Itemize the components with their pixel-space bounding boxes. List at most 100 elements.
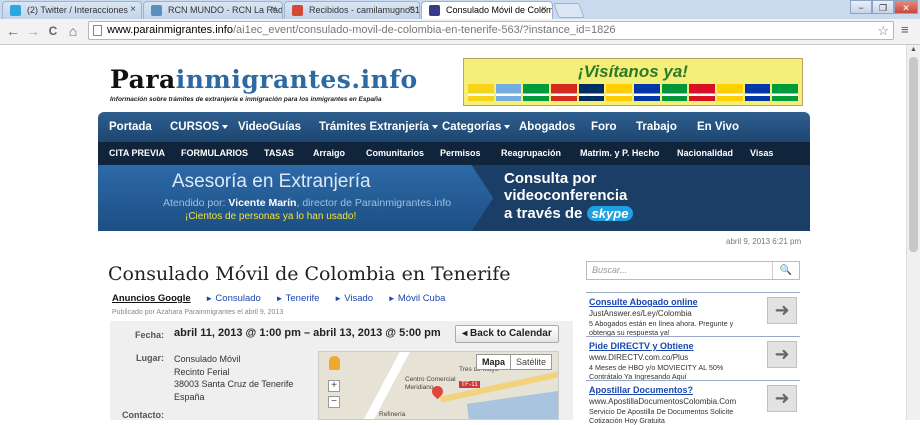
rcn-icon: [151, 5, 162, 16]
ad-link-movil-cuba[interactable]: Móvil Cuba: [388, 293, 446, 304]
nav-tramites[interactable]: Trámites Extranjería: [319, 112, 438, 142]
close-tab-icon[interactable]: ×: [271, 2, 277, 18]
nav-categorias[interactable]: Categorías: [442, 112, 511, 142]
nav-abogados[interactable]: Abogados: [519, 112, 575, 142]
subnav-permisos[interactable]: Permisos: [440, 142, 481, 165]
map-label: Refinería: [379, 411, 406, 418]
secondary-navigation: CITA PREVIA FORMULARIOS TASAS Arraigo Co…: [98, 142, 810, 165]
subnav-arraigo[interactable]: Arraigo: [313, 142, 345, 165]
nav-cursos[interactable]: CURSOS: [170, 112, 229, 142]
gmail-icon: [292, 5, 303, 16]
visit-banner[interactable]: ¡Visítanos ya!: [463, 58, 803, 106]
arrow-right-icon[interactable]: ➜: [767, 341, 797, 368]
subnav-formularios[interactable]: FORMULARIOS: [181, 142, 248, 165]
arrow-right-icon[interactable]: ➜: [767, 385, 797, 412]
ad-link-consulado[interactable]: Consulado: [205, 293, 261, 304]
banner-tagline: ¡Cientos de personas ya lo han usado!: [185, 211, 357, 222]
new-tab-button[interactable]: [553, 3, 585, 18]
chevron-down-icon: [222, 124, 229, 129]
tab-label: Consulado Móvil de Colombia e: [446, 5, 553, 15]
banner-right-text: a través de: [504, 205, 583, 222]
ad-link-visado[interactable]: Visado: [334, 293, 373, 304]
zoom-in-button[interactable]: +: [328, 380, 340, 392]
sidebar-ad[interactable]: Pide DIRECTV y Obtiene www.DIRECTV.com.c…: [586, 336, 800, 381]
close-tab-icon[interactable]: ×: [130, 2, 136, 18]
ad-title[interactable]: Apostillar Documentos?: [589, 385, 693, 395]
wrench-menu-icon[interactable]: ≡: [901, 22, 915, 40]
minimize-button[interactable]: −: [850, 0, 872, 14]
ad-link-tenerife[interactable]: Tenerife: [275, 293, 319, 304]
nav-foro[interactable]: Foro: [591, 112, 617, 142]
back-button[interactable]: ←: [6, 23, 20, 39]
chevron-down-icon: [504, 124, 511, 129]
browser-tab-twitter[interactable]: (2) Twitter / Interacciones ×: [2, 1, 142, 19]
subnav-visas[interactable]: Visas: [750, 142, 773, 165]
close-tab-icon[interactable]: ×: [541, 2, 547, 18]
maximize-button[interactable]: ❐: [872, 0, 894, 14]
forward-button[interactable]: →: [26, 23, 40, 39]
nav-portada[interactable]: Portada: [109, 112, 152, 142]
bookmark-star-icon[interactable]: ☆: [877, 22, 889, 39]
sidebar-search[interactable]: Buscar... 🔍: [586, 261, 800, 280]
browser-tab-gmail[interactable]: Recibidos - camilamugno31@ ×: [284, 1, 420, 19]
search-icon[interactable]: 🔍: [772, 262, 799, 279]
subnav-comunitarios[interactable]: Comunitarios: [366, 142, 424, 165]
street-view-icon[interactable]: [329, 356, 340, 370]
scrollbar-thumb[interactable]: [909, 57, 918, 252]
subnav-nacionalidad[interactable]: Nacionalidad: [677, 142, 733, 165]
twitter-icon: [10, 5, 21, 16]
sidebar-ad[interactable]: Apostillar Documentos? www.ApostillaDocu…: [586, 380, 800, 425]
web-page: Parainmigrantes.info Información sobre t…: [98, 45, 810, 425]
subnav-reagrupacion[interactable]: Reagrupación: [501, 142, 561, 165]
banner-right-line1: Consulta por: [504, 170, 597, 187]
sidebar-ad[interactable]: Consulte Abogado online JustAnswer.es/Le…: [586, 292, 800, 337]
nav-videoguias[interactable]: VideoGuías: [238, 112, 301, 142]
map-road-badge: TF-11: [459, 381, 480, 388]
logo-part2: inmigrantes.info: [175, 65, 418, 94]
url-host: www.parainmigrantes.info: [107, 24, 233, 36]
back-to-calendar-button[interactable]: ◂ Back to Calendar: [455, 325, 559, 343]
subnav-tasas[interactable]: TASAS: [264, 142, 294, 165]
arrow-right-icon[interactable]: ➜: [767, 297, 797, 324]
search-input[interactable]: Buscar...: [592, 265, 627, 275]
map-tab[interactable]: Mapa: [477, 355, 510, 369]
zoom-out-button[interactable]: −: [328, 396, 340, 408]
browser-tab-consulado[interactable]: Consulado Móvil de Colombia e ×: [421, 1, 553, 19]
site-logo[interactable]: Parainmigrantes.info: [110, 65, 418, 94]
advice-banner[interactable]: Asesoría en Extranjería Atendido por: Vi…: [98, 165, 810, 231]
ad-description: Servicio De Apostilla De Documentos Soli…: [589, 407, 734, 425]
ad-url: JustAnswer.es/Ley/Colombia: [589, 309, 692, 318]
event-map[interactable]: Tres de Mayo Centro Comercial Meridiano …: [318, 351, 559, 420]
country-flag-icon: [634, 84, 660, 101]
satellite-tab[interactable]: Satélite: [510, 355, 551, 369]
vertical-scrollbar[interactable]: ▲: [906, 45, 920, 420]
address-line: España: [174, 391, 205, 402]
close-window-button[interactable]: ✕: [894, 0, 918, 14]
ad-title[interactable]: Consulte Abogado online: [589, 297, 698, 307]
ads-label[interactable]: Anuncios Google: [112, 293, 191, 304]
ad-title[interactable]: Pide DIRECTV y Obtiene: [589, 341, 694, 351]
scroll-up-icon[interactable]: ▲: [909, 46, 918, 53]
address-bar[interactable]: www.parainmigrantes.info/ai1ec_event/con…: [88, 21, 894, 40]
google-ad-links: Anuncios Google Consulado Tenerife Visad…: [112, 293, 445, 304]
url-path: /ai1ec_event/consulado-movil-de-colombia…: [232, 24, 616, 36]
map-label: Meridiano: [405, 384, 434, 391]
page-title: Consulado Móvil de Colombia en Tenerife: [108, 263, 511, 285]
country-flag-icon: [772, 84, 799, 101]
nav-envivo[interactable]: En Vivo: [697, 112, 739, 142]
event-dates: abril 11, 2013 @ 1:00 pm – abril 13, 201…: [174, 327, 441, 339]
chevron-down-icon: [431, 124, 438, 129]
home-icon[interactable]: ⌂: [66, 23, 80, 39]
nav-trabajo[interactable]: Trabajo: [636, 112, 677, 142]
browser-tab-rcn[interactable]: RCN MUNDO - RCN La Radio ×: [143, 1, 283, 19]
country-flag-icon: [495, 84, 522, 101]
subnav-matrimonio[interactable]: Matrim. y P. Hecho: [580, 142, 659, 165]
event-address: Consulado Móvil Recinto Ferial 38003 San…: [174, 353, 293, 403]
close-tab-icon[interactable]: ×: [408, 2, 414, 18]
nav-label: CURSOS: [170, 121, 220, 133]
ad-url: www.DIRECTV.com.co/Plus: [589, 353, 689, 362]
subnav-cita-previa[interactable]: CITA PREVIA: [109, 142, 165, 165]
reload-icon[interactable]: C: [46, 23, 60, 39]
skype-logo: skype: [586, 206, 634, 221]
banner-sub-suffix: , director de Parainmigrantes.info: [296, 197, 452, 209]
